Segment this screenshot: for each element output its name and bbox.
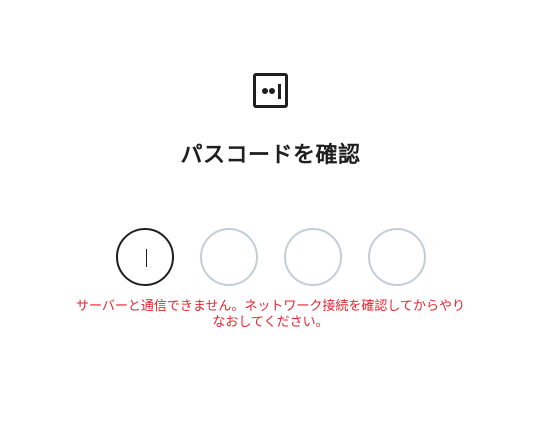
passcode-logo-icon <box>253 73 288 108</box>
text-caret <box>146 249 147 267</box>
passcode-digit-2[interactable] <box>200 228 258 286</box>
error-message-line-1: サーバーと通信できません。ネットワーク接続を確認してからやり <box>75 299 466 314</box>
passcode-confirm-screen: パスコードを確認 サーバーと通信できません。ネットワーク接続を確認してからやり … <box>0 0 541 430</box>
passcode-digit-3[interactable] <box>284 228 342 286</box>
logo-dot <box>269 88 275 94</box>
passcode-digit-1[interactable] <box>116 228 174 286</box>
logo-dot <box>262 88 268 94</box>
error-message-line-2: なおしてください。 <box>212 315 329 330</box>
logo-bar <box>278 84 281 99</box>
error-message: サーバーと通信できません。ネットワーク接続を確認してからやり なおしてください。 <box>50 299 491 331</box>
page-title: パスコードを確認 <box>180 143 361 168</box>
passcode-digit-4[interactable] <box>368 228 426 286</box>
